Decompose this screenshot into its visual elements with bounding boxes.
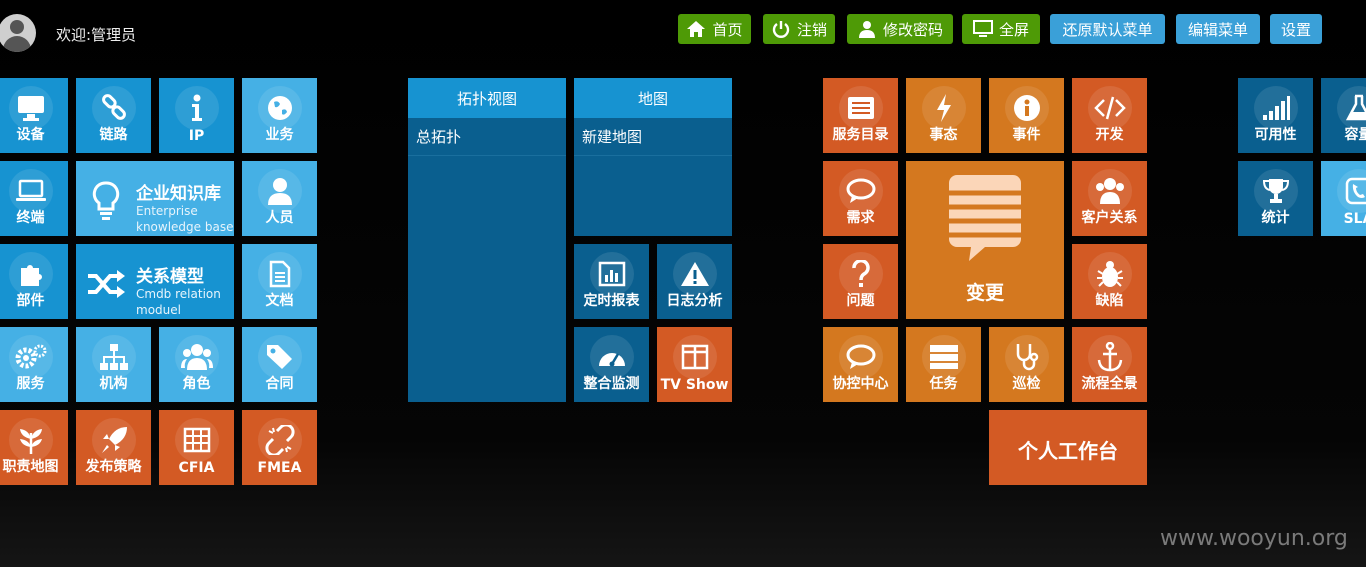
- home-button[interactable]: 首页: [678, 14, 751, 44]
- tile-knowledge-base[interactable]: 企业知识库 Enterprise knowledge base: [76, 161, 234, 236]
- change-password-button[interactable]: 修改密码: [847, 14, 953, 44]
- tile-coordination-center[interactable]: 协控中心: [823, 327, 898, 402]
- tile-relation-model[interactable]: 关系模型 Cmdb relation moduel: [76, 244, 234, 319]
- info-icon: [174, 86, 219, 130]
- tile-change[interactable]: 变更: [906, 161, 1064, 319]
- tile-service[interactable]: 服务: [0, 327, 68, 402]
- tile-monitor[interactable]: 整合监测: [574, 327, 649, 402]
- broken-link-icon: [257, 418, 302, 462]
- tile-log-analysis[interactable]: 日志分析: [657, 244, 732, 319]
- map-item-new[interactable]: 新建地图: [574, 118, 732, 156]
- topology-panel: 拓扑视图 总拓扑: [408, 78, 566, 402]
- phone-icon: [1336, 169, 1366, 213]
- tile-defect[interactable]: 缺陷: [1072, 244, 1147, 319]
- settings-button[interactable]: 设置: [1270, 14, 1322, 44]
- tile-capacity[interactable]: 容量: [1321, 78, 1366, 153]
- note-bubble-icon: [949, 175, 1021, 263]
- tile-role[interactable]: 角色: [159, 327, 234, 402]
- avatar[interactable]: [0, 14, 36, 52]
- tile-customer-relation[interactable]: 客户关系: [1072, 161, 1147, 236]
- tile-fmea[interactable]: FMEA: [242, 410, 317, 485]
- tile-component[interactable]: 部件: [0, 244, 68, 319]
- shuffle-icon: [84, 262, 128, 306]
- tile-process-overview[interactable]: 流程全景: [1072, 327, 1147, 402]
- tile-contract[interactable]: 合同: [242, 327, 317, 402]
- tile-release-strategy[interactable]: 发布策略: [76, 410, 151, 485]
- watermark: www.wooyun.org: [1160, 526, 1348, 551]
- logout-button[interactable]: 注销: [763, 14, 835, 44]
- tile-inspection[interactable]: 巡检: [989, 327, 1064, 402]
- grid-icon: [174, 418, 219, 462]
- home-icon: [686, 20, 706, 38]
- tile-incident[interactable]: 事件: [989, 78, 1064, 153]
- tile-problem[interactable]: 问题: [823, 244, 898, 319]
- tile-organization[interactable]: 机构: [76, 327, 151, 402]
- topology-item-overall[interactable]: 总拓扑: [408, 118, 566, 156]
- tile-availability[interactable]: 可用性: [1238, 78, 1313, 153]
- tile-sla[interactable]: SLA: [1321, 161, 1366, 236]
- tile-task[interactable]: 任务: [906, 327, 981, 402]
- tile-link[interactable]: 链路: [76, 78, 151, 153]
- power-icon: [771, 20, 791, 38]
- tile-business[interactable]: 业务: [242, 78, 317, 153]
- user-icon: [857, 20, 877, 38]
- tile-scheduled-report[interactable]: 定时报表: [574, 244, 649, 319]
- map-panel-title: 地图: [574, 78, 732, 118]
- tile-cfia[interactable]: CFIA: [159, 410, 234, 485]
- welcome-text: 欢迎:管理员: [56, 26, 137, 44]
- map-panel: 地图 新建地图: [574, 78, 732, 236]
- tile-personal-workbench[interactable]: 个人工作台: [989, 410, 1147, 485]
- tile-statistics[interactable]: 统计: [1238, 161, 1313, 236]
- tile-document[interactable]: 文档: [242, 244, 317, 319]
- tile-demand[interactable]: 需求: [823, 161, 898, 236]
- tile-service-catalog[interactable]: 服务目录: [823, 78, 898, 153]
- topology-panel-title: 拓扑视图: [408, 78, 566, 118]
- tile-ip[interactable]: IP: [159, 78, 234, 153]
- tile-duty-map[interactable]: 职责地图: [0, 410, 68, 485]
- edit-menu-button[interactable]: 编辑菜单: [1176, 14, 1260, 44]
- tile-terminal[interactable]: 终端: [0, 161, 68, 236]
- restore-menu-button[interactable]: 还原默认菜单: [1050, 14, 1165, 44]
- tile-tv-show[interactable]: TV Show: [657, 327, 732, 402]
- columns-icon: [672, 335, 717, 379]
- lightbulb-icon: [84, 179, 128, 223]
- tile-device[interactable]: 设备: [0, 78, 68, 153]
- fullscreen-button[interactable]: 全屏: [962, 14, 1040, 44]
- tile-develop[interactable]: 开发: [1072, 78, 1147, 153]
- tile-personnel[interactable]: 人员: [242, 161, 317, 236]
- tile-event-state[interactable]: 事态: [906, 78, 981, 153]
- monitor-icon: [972, 20, 993, 38]
